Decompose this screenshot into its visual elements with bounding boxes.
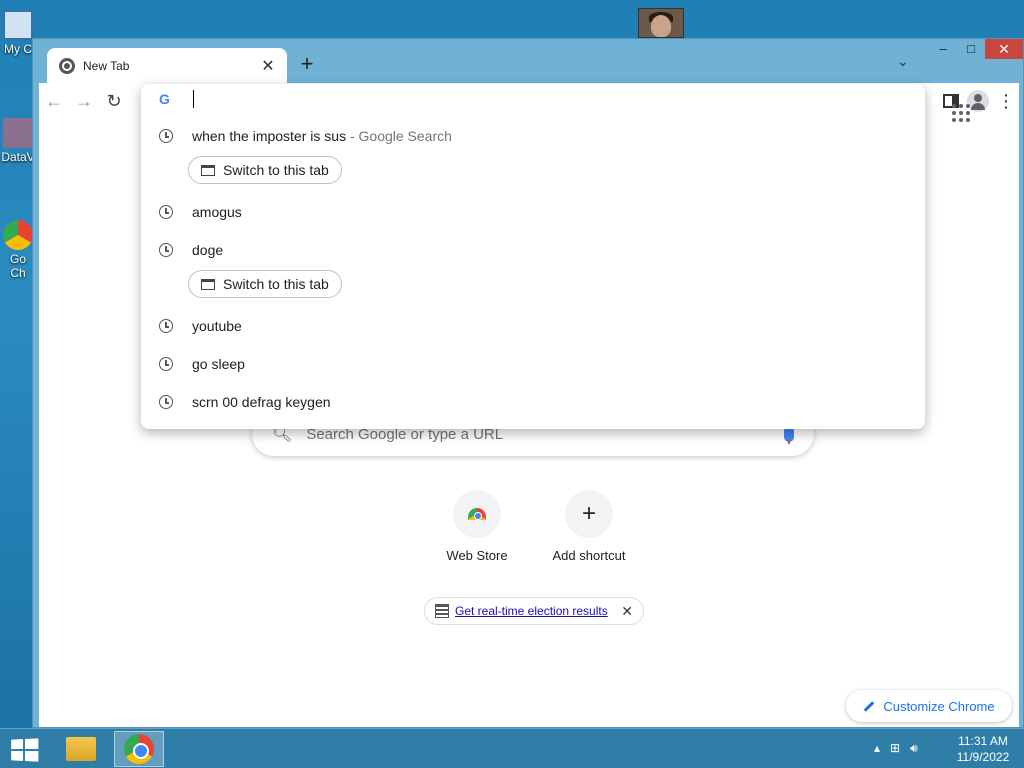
suggestion-item[interactable]: scrn 00 defrag keygen [141,387,925,417]
history-clock-icon [159,205,173,219]
forward-icon[interactable]: → [69,91,99,112]
menu-dots-icon[interactable]: ⋮ [997,91,1015,112]
tab-new-tab[interactable]: New Tab ✕ [47,48,287,83]
suggestion-subtext: - Google Search [346,128,452,144]
profile-avatar-icon[interactable] [967,90,989,112]
tab-search-chevron-icon[interactable]: ⌄ [897,53,909,70]
web-store-icon [453,490,501,538]
tab-icon [201,164,215,176]
tab-close-icon[interactable]: ✕ [259,56,277,76]
suggestion-text: amogus [192,204,242,220]
text-cursor [193,90,194,108]
tab-icon [201,278,215,290]
taskbar-chrome[interactable] [114,731,164,767]
webcam-overlay [638,8,684,38]
suggestion-item[interactable]: youtube [141,311,925,341]
customize-label: Customize Chrome [883,698,995,714]
suggestion-item[interactable]: amogus [141,197,925,227]
chrome-favicon-icon [59,57,75,74]
omnibox-input[interactable]: G [141,84,925,114]
desktop-icon-label: My C [4,42,32,56]
shortcut-label: Add shortcut [552,548,626,563]
reload-icon[interactable]: ↻ [99,91,129,112]
suggestion-text: go sleep [192,356,245,372]
minimize-button[interactable]: – [931,39,955,59]
taskbar-clock[interactable]: 11:31 AM 11/9/2022 [948,733,1018,765]
switch-to-tab-button[interactable]: Switch to this tab [188,270,342,298]
shortcut-add[interactable]: + Add shortcut [533,490,645,563]
suggestion-item[interactable]: doge [141,235,925,265]
apps-grid-icon[interactable] [952,104,970,122]
switch-label: Switch to this tab [223,276,329,292]
history-clock-icon [159,243,173,257]
chrome-icon [124,734,154,764]
suggestion-text: youtube [192,318,242,334]
volume-icon[interactable]: 🔊︎ [910,741,918,756]
new-tab-button[interactable]: + [295,53,319,77]
shortcut-icon [3,118,33,148]
back-icon[interactable]: ← [39,91,69,112]
history-clock-icon [159,395,173,409]
pencil-icon [864,700,875,712]
desktop-icon-label: Go Ch [9,252,26,280]
desktop-icon-label: DataV [1,150,35,164]
suggestion-item[interactable]: go sleep [141,349,925,379]
election-promo: Get real-time election results ✕ [424,597,644,625]
tab-strip: New Tab ✕ + ⌄ – □ ✕ [33,39,1023,83]
taskbar: ▴ ⊞ 🔊︎ 11:31 AM 11/9/2022 [0,728,1024,768]
history-clock-icon [159,319,173,333]
computer-icon [3,10,33,40]
chrome-shortcut-icon [3,220,33,250]
desktop-icon-chrome[interactable]: Go Ch [0,220,36,280]
close-window-button[interactable]: ✕ [985,39,1023,59]
show-hidden-icons-chevron-icon[interactable]: ▴ [874,741,880,756]
file-explorer-icon [66,737,96,761]
desktop-icon-my-computer[interactable]: My C [0,10,36,56]
suggestion-text: when the imposter is sus [192,128,347,144]
ballot-icon [435,604,449,618]
suggestion-text: doge [192,242,224,258]
plus-icon: + [565,490,613,538]
shortcut-label: Web Store [446,548,508,563]
dismiss-promo-icon[interactable]: ✕ [621,603,633,620]
tab-title: New Tab [83,58,130,73]
election-results-link[interactable]: Get real-time election results [455,604,615,618]
clock-date: 11/9/2022 [956,750,1010,764]
shortcut-web-store[interactable]: Web Store [421,490,533,563]
omnibox-dropdown: G when the imposter is sus - Google Sear… [141,84,925,429]
system-tray: ▴ ⊞ 🔊︎ [874,741,918,756]
clock-time: 11:31 AM [958,734,1008,748]
network-icon[interactable]: ⊞ [890,741,900,756]
maximize-button[interactable]: □ [959,39,983,59]
history-clock-icon [159,357,173,371]
desktop-icon-datav[interactable]: DataV [0,118,36,164]
suggestion-text: scrn 00 defrag keygen [192,394,331,410]
start-button[interactable] [11,738,39,762]
face-image [651,15,671,37]
history-clock-icon [159,129,173,143]
customize-chrome-button[interactable]: Customize Chrome [846,690,1012,722]
taskbar-file-explorer[interactable] [56,731,106,767]
google-g-icon: G [159,91,170,107]
suggestion-item[interactable]: when the imposter is sus - Google Search [141,121,925,151]
switch-to-tab-button[interactable]: Switch to this tab [188,156,342,184]
switch-label: Switch to this tab [223,162,329,178]
